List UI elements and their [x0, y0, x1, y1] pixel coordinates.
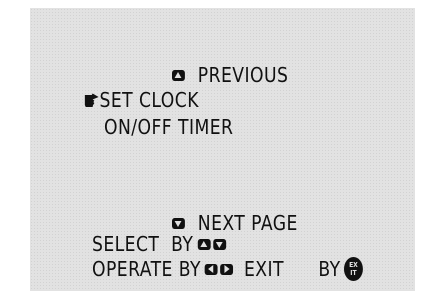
previous-page-option[interactable]: PREVIOUS — [172, 65, 288, 85]
operate-help-label: OPERATE BY — [92, 257, 201, 281]
up-arrow-icon — [172, 69, 185, 81]
down-arrow-icon — [172, 217, 185, 229]
menu-item-on-off-timer[interactable]: ON/OFF TIMER — [104, 117, 233, 137]
exit-button-icon: EXIT — [343, 257, 363, 281]
exit-by-label: BY — [318, 257, 341, 281]
next-page-option[interactable]: NEXT PAGE — [172, 213, 298, 233]
down-arrow-icon — [213, 238, 227, 250]
menu-item-label: SET CLOCK — [99, 88, 199, 112]
previous-label: PREVIOUS — [197, 63, 289, 87]
next-page-label: NEXT PAGE — [197, 211, 298, 235]
menu-item-label: ON/OFF TIMER — [104, 115, 234, 139]
exit-label: EXIT — [243, 257, 284, 281]
up-arrow-icon — [197, 238, 211, 250]
left-arrow-icon — [204, 263, 218, 275]
select-help-label: SELECT BY — [92, 232, 194, 256]
exit-badge-text: EXIT — [349, 261, 358, 277]
menu-item-set-clock[interactable]: SET CLOCK — [84, 90, 199, 110]
tv-menu-screen: PREVIOUS SET CLOCK ON/OFF TIMER NEXT PAG… — [30, 8, 415, 291]
pointing-hand-icon — [84, 93, 99, 107]
operate-help-row: OPERATE BY EXIT BY EXIT — [92, 257, 363, 281]
select-help-row: SELECT BY — [92, 234, 229, 254]
right-arrow-icon — [219, 263, 233, 275]
